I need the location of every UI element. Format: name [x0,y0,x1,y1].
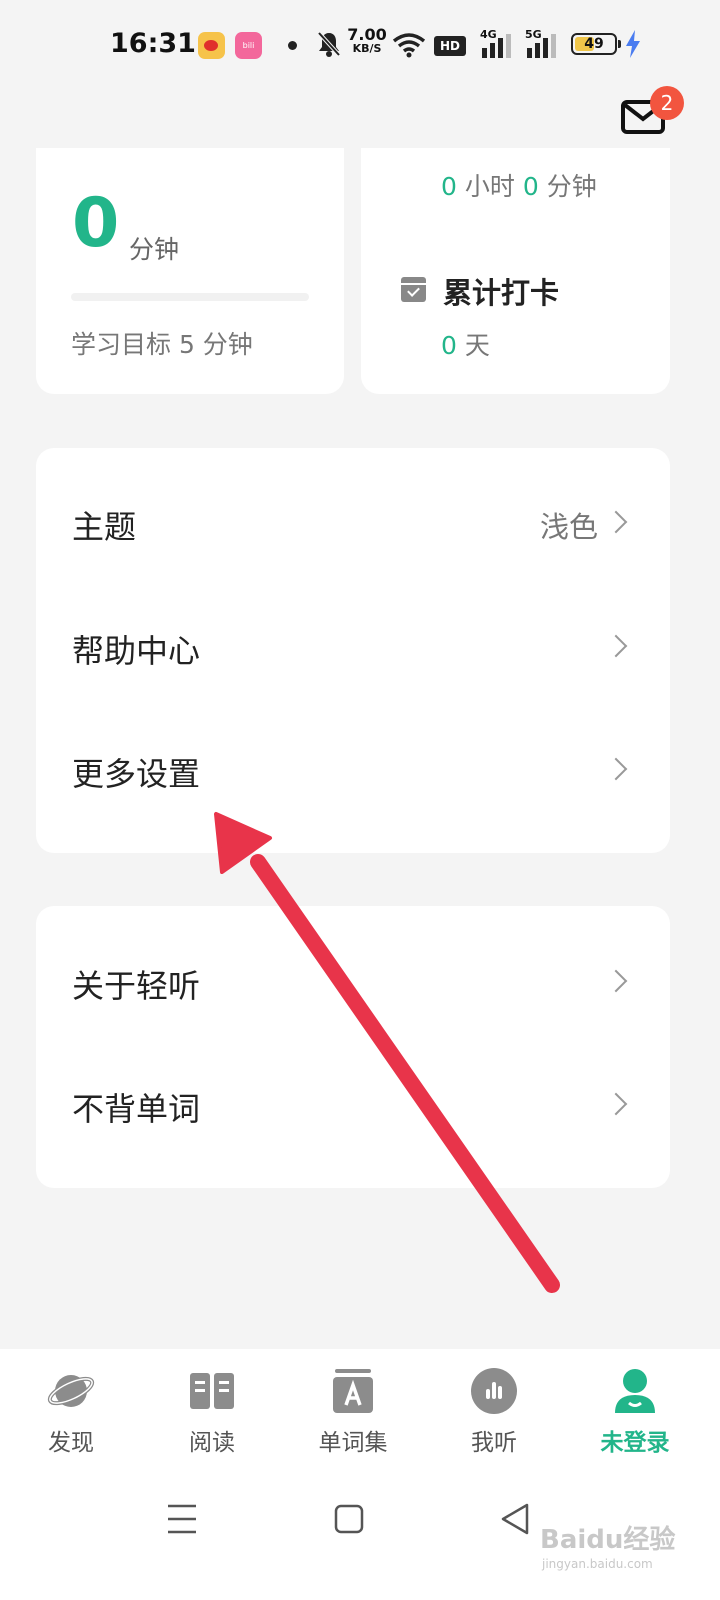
tab-label: 阅读 [189,1430,235,1456]
tab-label: 我听 [471,1430,517,1456]
study-goal-text: 学习目标 5 分钟 [71,330,253,359]
menu-item-label: 主题 [72,508,137,546]
menu-item-theme[interactable]: 主题 浅色 [36,472,670,582]
theme-value: 浅色 [539,510,598,544]
network-speed: 7.00 KB/S [347,25,387,55]
bottom-tab-bar: 发现 阅读 单词集 我听 未登录 [0,1349,720,1469]
goal-progress-bar [71,293,309,301]
weibo-app-icon [198,32,225,59]
user-icon [615,1369,655,1413]
today-minutes-value: 0 [72,184,120,263]
bilibili-app-icon: bili [235,32,262,59]
chevron-right-icon [604,510,628,534]
tab-profile[interactable]: 未登录 [575,1349,695,1469]
battery-tip [618,40,621,48]
menu-item-about[interactable]: 关于轻听 [36,931,670,1041]
back-button[interactable] [490,1499,540,1539]
network-speed-value: 7.00 [347,25,387,44]
audio-icon [471,1368,517,1414]
menu-lines-icon [168,1504,196,1534]
notification-dot-icon [288,41,297,50]
word-set-icon [333,1369,373,1413]
tab-label: 发现 [48,1430,94,1456]
menu-item-help-center[interactable]: 帮助中心 [36,596,670,706]
menu-item-label: 不背单词 [72,1090,201,1128]
mute-bell-icon [316,30,342,62]
battery-level: 49 [584,36,604,52]
tab-label: 未登录 [600,1430,670,1456]
status-bar: 16:31 bili 7.00 KB/S HD 4G 5G 49 [0,0,720,92]
tab-my-listening[interactable]: 我听 [434,1349,554,1469]
today-minutes-unit: 分钟 [129,235,180,264]
signal-5g-icon [527,34,559,62]
system-nav-bar: Baidu经验 jingyan.baidu.com [0,1469,720,1600]
wifi-icon [392,32,426,62]
checkin-days-unit: 天 [464,331,490,360]
charging-bolt-icon [625,30,641,62]
tab-discover[interactable]: 发现 [11,1349,131,1469]
home-button[interactable] [323,1499,373,1539]
total-minutes-value: 0 [522,172,539,201]
book-icon [190,1373,234,1409]
chevron-right-icon [604,757,628,781]
tab-read[interactable]: 阅读 [152,1349,272,1469]
watermark-url: jingyan.baidu.com [542,1557,653,1571]
total-hours-unit: 小时 [464,172,515,201]
total-hours-value: 0 [441,172,457,201]
today-study-card: 0 分钟 学习目标 5 分钟 [36,148,344,394]
checkin-title: 累计打卡 [443,276,560,310]
planet-icon [47,1375,95,1407]
message-count-badge: 2 [650,86,684,120]
total-minutes-unit: 分钟 [546,172,597,201]
checkin-days-value: 0 [441,331,457,360]
watermark: Baidu经验 [540,1525,676,1555]
menu-item-label: 更多设置 [72,755,201,793]
calendar-check-icon [401,277,426,302]
signal-4g-icon [482,34,514,62]
settings-menu-card: 主题 浅色 帮助中心 更多设置 [36,448,670,853]
checkin-days: 0 天 [441,326,490,362]
status-time: 16:31 [110,28,196,59]
tab-label: 单词集 [318,1430,388,1456]
menu-item-label: 帮助中心 [72,632,201,670]
menu-item-bubei-danci[interactable]: 不背单词 [36,1054,670,1164]
total-duration: 0 小时 0 分钟 [441,167,597,203]
square-icon [334,1504,364,1534]
about-menu-card: 关于轻听 不背单词 [36,906,670,1188]
chevron-right-icon [604,634,628,658]
chevron-right-icon [604,969,628,993]
back-triangle-icon [501,1503,529,1535]
menu-item-more-settings[interactable]: 更多设置 [36,719,670,829]
cumulative-stats-card: 0 小时 0 分钟 累计打卡 0 天 [361,148,670,394]
recent-apps-button[interactable] [157,1499,207,1539]
chevron-right-icon [604,1092,628,1116]
battery-icon: 49 [571,33,617,55]
tab-word-set[interactable]: 单词集 [293,1349,413,1469]
menu-item-label: 关于轻听 [72,967,201,1005]
hd-badge: HD [434,36,466,56]
network-speed-unit: KB/S [352,42,382,55]
